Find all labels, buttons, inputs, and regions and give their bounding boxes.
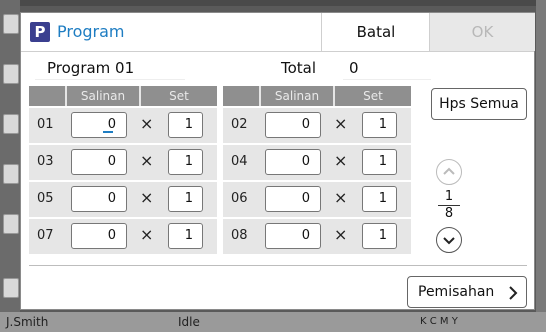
- page-current: 1: [444, 189, 454, 204]
- multiply-sign: ×: [334, 225, 348, 244]
- table-header: Salinan Set: [29, 86, 217, 106]
- multiply-sign: ×: [334, 114, 348, 133]
- program-table-right: Salinan Set 02 0 × 1 04 0 × 1 06 0 × 1 0…: [223, 86, 411, 254]
- set-input[interactable]: 1: [168, 149, 203, 175]
- table-row: 05 0 × 1: [29, 180, 217, 217]
- copies-input[interactable]: 0: [265, 112, 321, 138]
- background-right: [536, 0, 546, 312]
- input-cursor: [103, 131, 113, 133]
- clear-all-button[interactable]: Hps Semua: [431, 88, 527, 120]
- toolbar-slot: [3, 164, 19, 184]
- copies-input[interactable]: 0: [71, 186, 127, 212]
- toolbar-slot: [3, 114, 19, 134]
- separation-label: Pemisahan: [418, 284, 495, 300]
- toolbar-slot: [3, 64, 19, 84]
- table-row: 07 0 × 1: [29, 217, 217, 254]
- set-input[interactable]: 1: [362, 186, 397, 212]
- table-row: 04 0 × 1: [223, 143, 411, 180]
- row-number: 05: [37, 191, 54, 206]
- table-row: 01 0 × 1: [29, 106, 217, 143]
- copies-input[interactable]: 0: [71, 149, 127, 175]
- copies-input[interactable]: 0: [265, 186, 321, 212]
- set-input[interactable]: 1: [362, 112, 397, 138]
- row-number: 03: [37, 154, 54, 169]
- row-number: 04: [231, 154, 248, 169]
- cancel-button[interactable]: Batal: [321, 13, 430, 51]
- divider: [29, 265, 527, 266]
- dialog-titlebar: P Program Batal OK: [21, 13, 535, 52]
- row-number: 06: [231, 191, 248, 206]
- set-input[interactable]: 1: [168, 223, 203, 249]
- header-blank: [223, 86, 259, 106]
- table-row: 02 0 × 1: [223, 106, 411, 143]
- machine-status: Idle: [178, 315, 200, 329]
- multiply-sign: ×: [334, 151, 348, 170]
- header-copies: Salinan: [67, 86, 139, 106]
- toolbar-slot: [3, 14, 19, 34]
- program-name-field[interactable]: Program 01: [35, 56, 185, 80]
- background-left-toolbar: [0, 0, 20, 332]
- toner-indicator: K C M Y: [420, 316, 458, 327]
- copies-input[interactable]: 0: [71, 112, 127, 138]
- chevron-down-icon: [443, 237, 455, 245]
- ok-button[interactable]: OK: [429, 13, 535, 51]
- status-bar: J.Smith Idle K C M Y: [0, 312, 546, 332]
- table-row: 03 0 × 1: [29, 143, 217, 180]
- set-input[interactable]: 1: [168, 186, 203, 212]
- multiply-sign: ×: [334, 188, 348, 207]
- set-input[interactable]: 1: [362, 223, 397, 249]
- chevron-right-icon: [509, 286, 518, 300]
- row-number: 08: [231, 228, 248, 243]
- program-table-left: Salinan Set 01 0 × 1 03 0 × 1 05 0 × 1 0…: [29, 86, 217, 254]
- multiply-sign: ×: [140, 151, 154, 170]
- header-set: Set: [335, 86, 411, 106]
- toolbar-slot: [3, 278, 19, 298]
- multiply-sign: ×: [140, 225, 154, 244]
- copies-input[interactable]: 0: [265, 223, 321, 249]
- total-label: Total: [281, 59, 317, 77]
- chevron-up-icon: [443, 167, 455, 175]
- background-top: [20, 0, 536, 6]
- set-input[interactable]: 1: [362, 149, 397, 175]
- copies-input[interactable]: 0: [71, 223, 127, 249]
- multiply-sign: ×: [140, 188, 154, 207]
- table-header: Salinan Set: [223, 86, 411, 106]
- scroll-up-button[interactable]: [436, 159, 462, 185]
- multiply-sign: ×: [140, 114, 154, 133]
- header-copies: Salinan: [261, 86, 333, 106]
- table-row: 08 0 × 1: [223, 217, 411, 254]
- header-set: Set: [141, 86, 217, 106]
- user-name: J.Smith: [6, 315, 49, 329]
- copies-value: 0: [107, 117, 116, 132]
- total-value: 0: [343, 56, 431, 80]
- program-icon: P: [30, 22, 50, 42]
- scroll-down-button[interactable]: [436, 227, 462, 253]
- dialog-title: Program: [57, 22, 125, 41]
- copies-input[interactable]: 0: [265, 149, 321, 175]
- row-number: 02: [231, 117, 248, 132]
- header-blank: [29, 86, 65, 106]
- row-number: 01: [37, 117, 54, 132]
- page-total: 8: [444, 206, 454, 221]
- row-number: 07: [37, 228, 54, 243]
- toolbar-slot: [3, 214, 19, 234]
- set-input[interactable]: 1: [168, 112, 203, 138]
- program-dialog: P Program Batal OK Program 01 Total 0 Sa…: [20, 12, 535, 310]
- separation-button[interactable]: Pemisahan: [407, 276, 527, 308]
- table-row: 06 0 × 1: [223, 180, 411, 217]
